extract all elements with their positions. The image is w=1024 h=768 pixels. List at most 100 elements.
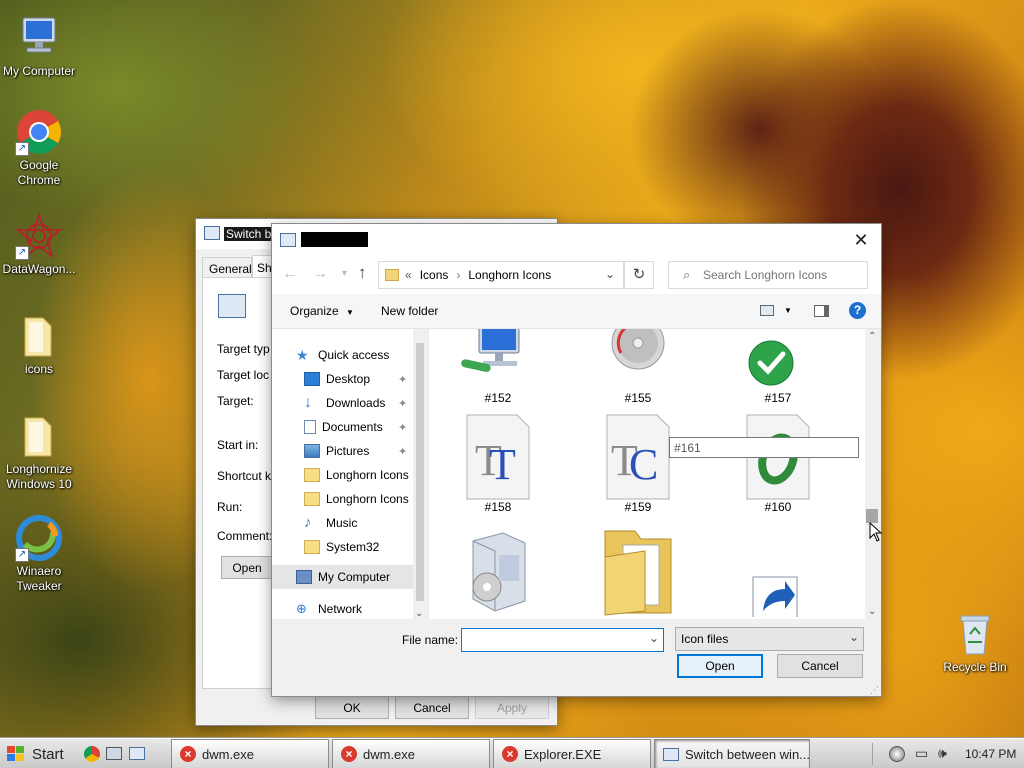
file-tile[interactable]: #157	[729, 329, 827, 405]
address-dropdown-chevron-icon[interactable]: ⌄	[605, 267, 615, 281]
folder-icon	[304, 468, 320, 482]
file-type-value: Icon files	[681, 632, 729, 646]
scroll-down-arrow-icon[interactable]: ⌄	[868, 606, 876, 617]
ok-button[interactable]: OK	[315, 696, 389, 719]
tray-app-icon[interactable]	[889, 746, 905, 762]
search-input[interactable]	[703, 266, 863, 284]
nav-documents[interactable]: Documents ✦	[304, 415, 407, 439]
file-tile[interactable]: TT #158	[449, 409, 547, 514]
file-name-input[interactable]	[465, 632, 643, 648]
resize-grip-icon[interactable]: ⋰	[870, 685, 879, 696]
breadcrumb-icons[interactable]: Icons	[420, 268, 449, 282]
windows-logo-icon	[7, 746, 24, 761]
desktop-icon-recycle-bin[interactable]: Recycle Bin	[936, 610, 1014, 675]
cancel-button[interactable]: Cancel	[777, 654, 863, 678]
file-list-scrollbar[interactable]: ⌃ ⌄	[865, 329, 879, 619]
file-tile[interactable]: #152	[449, 329, 547, 405]
start-label: Start	[32, 745, 64, 763]
app-window-icon[interactable]	[129, 747, 145, 760]
taskbar-button-dwm-2[interactable]: × dwm.exe	[332, 739, 490, 768]
preview-pane-icon[interactable]	[814, 305, 829, 317]
file-name-combo[interactable]: ⌄	[461, 628, 664, 652]
breadcrumb[interactable]: « Icons › Longhorn Icons ⌄	[378, 261, 624, 289]
open-button[interactable]: Open	[677, 654, 763, 678]
breadcrumb-overflow[interactable]: «	[405, 268, 412, 282]
clock[interactable]: 10:47 PM	[965, 747, 1016, 761]
scroll-up-arrow-icon[interactable]: ⌃	[868, 331, 876, 342]
desktop-icon-google-chrome[interactable]: ↗ Google Chrome	[0, 108, 78, 188]
nav-pictures[interactable]: Pictures ✦	[304, 439, 407, 463]
organize-button[interactable]: Organize ▼	[290, 304, 354, 318]
field-label: Start in:	[217, 438, 259, 452]
nav-downloads[interactable]: ↓ Downloads ✦	[304, 391, 407, 415]
nav-network[interactable]: ⊕ Network	[296, 597, 362, 619]
desktop-icon-icons-folder[interactable]: icons	[0, 312, 78, 377]
file-tile[interactable]: #160	[729, 409, 827, 514]
apply-button[interactable]: Apply	[475, 696, 549, 719]
start-button[interactable]: Start	[0, 739, 80, 768]
back-arrow-icon[interactable]: ←	[282, 265, 298, 283]
volume-icon[interactable]: 🕪	[938, 745, 947, 762]
folder-icon	[304, 540, 320, 554]
shortcut-arrow-icon: ↗	[15, 548, 29, 562]
taskbar-button-dwm-1[interactable]: × dwm.exe	[171, 739, 329, 768]
close-icon[interactable]: ✕	[847, 226, 875, 254]
refresh-button[interactable]: ↻	[624, 261, 654, 289]
desktop-icon-my-computer[interactable]: My Computer	[0, 14, 78, 79]
desktop-icon-longhornize[interactable]: Longhornize Windows 10	[0, 412, 78, 492]
help-icon[interactable]: ?	[849, 302, 866, 319]
desktop-icon-label: icons	[24, 362, 53, 376]
nav-desktop[interactable]: Desktop ✦	[304, 367, 407, 391]
navigation-pane[interactable]: ★ Quick access Desktop ✦ ↓ Downloads ✦ D…	[272, 329, 427, 619]
view-options-icon[interactable]	[760, 305, 774, 316]
nav-music[interactable]: ♪ Music	[304, 511, 357, 535]
open-file-location-button[interactable]: Open	[221, 556, 273, 579]
file-tile[interactable]: #155	[589, 329, 687, 405]
tooltip: #161	[669, 437, 859, 458]
nav-label: Desktop	[326, 372, 371, 386]
picture-icon	[304, 444, 320, 458]
tab-general[interactable]: General	[202, 257, 252, 277]
file-tile[interactable]	[729, 527, 827, 619]
file-tile[interactable]	[449, 527, 547, 619]
nav-quick-access[interactable]: ★ Quick access	[296, 343, 389, 367]
file-tile[interactable]: TC #159	[589, 409, 687, 514]
app-window-icon	[218, 294, 246, 318]
nav-longhorn-icons-1[interactable]: Longhorn Icons	[304, 463, 409, 487]
chevron-down-icon[interactable]: ⌄	[649, 631, 659, 645]
taskbar-button-label: Explorer.EXE	[524, 746, 602, 762]
navigation-scrollbar[interactable]: ⌄	[413, 329, 427, 619]
show-desktop-icon[interactable]	[106, 747, 122, 760]
nav-system32[interactable]: System32	[304, 535, 379, 559]
taskbar-button-switch-windows[interactable]: Switch between win...	[654, 739, 810, 768]
recent-locations-chevron-icon[interactable]: ▼	[340, 268, 349, 278]
title-bar[interactable]: ✕	[272, 224, 881, 256]
taskbar-button-explorer[interactable]: × Explorer.EXE	[493, 739, 651, 768]
nav-longhorn-icons-2[interactable]: Longhorn Icons	[304, 487, 409, 511]
chrome-quick-launch-icon[interactable]	[84, 746, 100, 762]
cd-drive-icon	[611, 329, 665, 370]
breadcrumb-longhorn-icons[interactable]: Longhorn Icons	[468, 268, 551, 282]
up-arrow-icon[interactable]: ↑	[358, 263, 367, 283]
nav-label: Downloads	[326, 396, 386, 410]
open-folder-icon	[604, 530, 672, 616]
cancel-button[interactable]: Cancel	[395, 696, 469, 719]
forward-arrow-icon[interactable]: →	[312, 265, 328, 283]
file-tile[interactable]	[589, 527, 687, 619]
file-type-select[interactable]: Icon files ⌄	[675, 627, 864, 651]
network-tray-icon[interactable]: ▭	[915, 745, 928, 762]
desktop-icon-winaero-tweaker[interactable]: ↗ Winaero Tweaker	[0, 514, 78, 594]
scroll-down-arrow-icon[interactable]: ⌄	[415, 608, 423, 619]
file-list[interactable]: #152 #155 #157 TT #158 TC #159 #160 #161	[429, 329, 867, 619]
scrollbar-thumb[interactable]	[416, 343, 424, 601]
desktop-icon-label: Google Chrome	[17, 158, 61, 187]
new-folder-button[interactable]: New folder	[381, 304, 438, 318]
chevron-down-icon[interactable]: ▼	[784, 306, 792, 315]
nav-label: System32	[326, 540, 380, 554]
svg-text:T: T	[489, 440, 516, 489]
breadcrumb-separator-icon: ›	[456, 268, 461, 282]
nav-my-computer[interactable]: My Computer	[272, 565, 414, 589]
desktop-icon-datawagon[interactable]: ↗ DataWagon...	[0, 212, 78, 277]
scrollbar-thumb[interactable]	[866, 509, 878, 523]
search-box[interactable]: ⌕	[668, 261, 868, 289]
